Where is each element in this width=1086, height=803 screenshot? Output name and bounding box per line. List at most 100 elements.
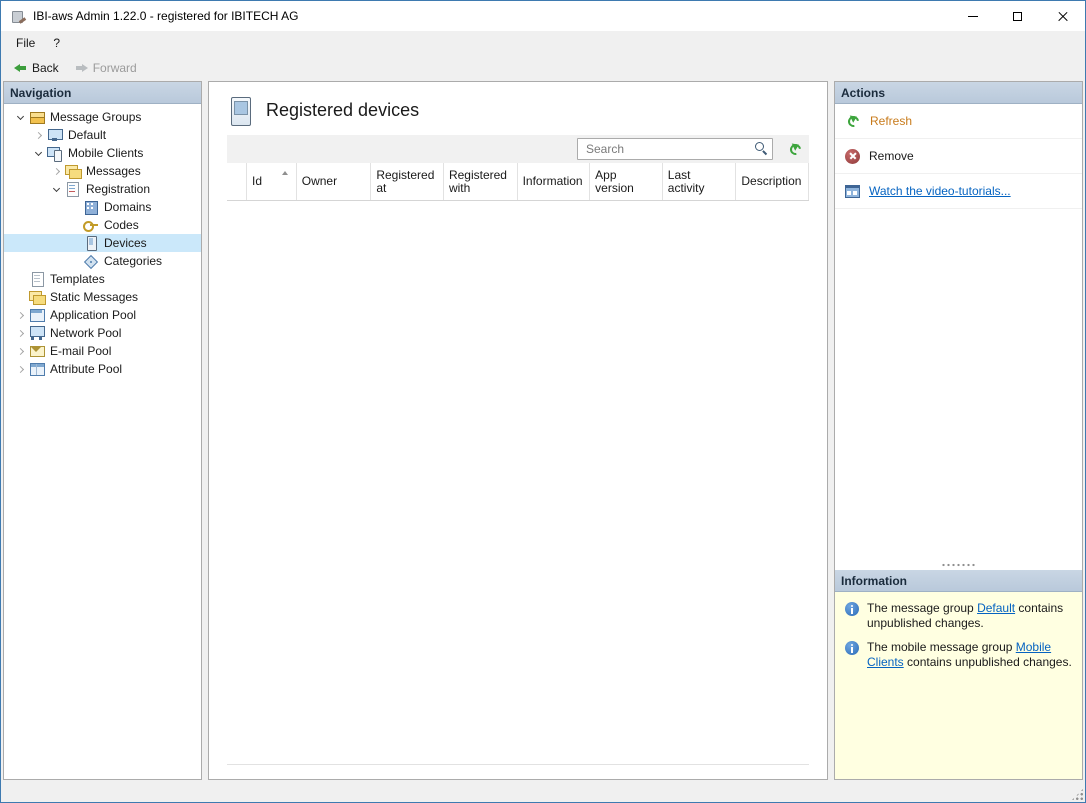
info-note-text: The message group Default contains unpub…: [867, 601, 1072, 631]
title-bar: IBI-aws Admin 1.22.0 - registered for IB…: [1, 1, 1085, 31]
expander[interactable]: [48, 167, 65, 175]
action-label: Watch the video-tutorials...: [869, 184, 1011, 198]
tree-item-label: Attribute Pool: [50, 362, 123, 376]
expander[interactable]: [12, 365, 29, 373]
tree-item-templates[interactable]: Templates: [4, 270, 201, 288]
search-box: [577, 138, 773, 160]
column-header-registered-with[interactable]: Registered with: [444, 163, 518, 200]
tree-item-network-pool[interactable]: Network Pool: [4, 324, 201, 342]
forward-button[interactable]: Forward: [68, 59, 144, 77]
table-toolbar: [227, 135, 809, 163]
maximize-icon: [1013, 11, 1022, 21]
expander[interactable]: [30, 148, 47, 156]
minimize-button[interactable]: [950, 1, 995, 31]
tree-item-mobile-clients[interactable]: Mobile Clients: [4, 144, 201, 162]
actions-header: Actions: [835, 82, 1082, 104]
tree-item-default[interactable]: Default: [4, 126, 201, 144]
content-area: Navigation Message Groups Default Mobile…: [1, 81, 1085, 780]
panel-splitter[interactable]: [835, 560, 1082, 570]
expander[interactable]: [30, 131, 47, 139]
close-icon: [1057, 10, 1069, 22]
page-header: Registered devices: [209, 82, 827, 135]
column-label: Information: [522, 174, 583, 188]
default-group-link[interactable]: Default: [977, 601, 1015, 615]
column-header-information[interactable]: Information: [518, 163, 591, 200]
tree-item-label: Codes: [104, 218, 139, 232]
column-header-description[interactable]: Description: [736, 163, 809, 200]
note-text-before: The mobile message group: [867, 640, 1016, 654]
action-refresh[interactable]: Refresh: [835, 104, 1082, 139]
menu-bar: File ?: [1, 31, 1085, 55]
tree-item-codes[interactable]: Codes: [4, 216, 201, 234]
close-button[interactable]: [1040, 1, 1085, 31]
expander[interactable]: [48, 184, 65, 192]
back-label: Back: [32, 61, 59, 75]
back-button[interactable]: Back: [7, 59, 66, 77]
refresh-icon: [845, 113, 861, 129]
tree-item-label: Registration: [86, 182, 151, 196]
tree-item-label: Message Groups: [50, 110, 142, 124]
tree-item-devices[interactable]: Devices: [4, 234, 201, 252]
domains-icon: [83, 199, 99, 215]
tree-item-label: Messages: [86, 164, 141, 178]
table-header-row: Id Owner Registered at Registered with I…: [227, 163, 809, 201]
search-input[interactable]: [577, 138, 773, 160]
maximize-button[interactable]: [995, 1, 1040, 31]
tree-item-label: E-mail Pool: [50, 344, 112, 358]
codes-key-icon: [83, 217, 99, 233]
column-header-owner[interactable]: Owner: [297, 163, 372, 200]
action-watch-video-tutorials[interactable]: Watch the video-tutorials...: [835, 174, 1082, 209]
info-note-default: The message group Default contains unpub…: [845, 601, 1072, 631]
column-header-app-version[interactable]: App version: [590, 163, 663, 200]
tree-item-label: Application Pool: [50, 308, 137, 322]
chevron-collapsed-icon: [34, 131, 43, 139]
table-body-empty: [227, 201, 809, 765]
note-text-after: contains unpublished changes.: [903, 655, 1072, 669]
tree-item-messages[interactable]: Messages: [4, 162, 201, 180]
tree-item-message-groups[interactable]: Message Groups: [4, 108, 201, 126]
registration-icon: [65, 181, 81, 197]
column-header-last-activity[interactable]: Last activity: [663, 163, 737, 200]
tree-item-categories[interactable]: Categories: [4, 252, 201, 270]
tree-item-static-messages[interactable]: Static Messages: [4, 288, 201, 306]
row-selector-gutter[interactable]: [227, 163, 247, 200]
chevron-expanded-icon: [34, 148, 43, 156]
info-icon: [845, 602, 859, 616]
main-panel: Registered devices Search Id Owner Regis…: [208, 81, 828, 780]
tree-item-label: Templates: [50, 272, 105, 286]
action-remove[interactable]: Remove: [835, 139, 1082, 174]
column-label: Registered with: [448, 167, 507, 195]
devices-icon: [83, 235, 99, 251]
search-submit-button[interactable]: [754, 141, 769, 156]
default-group-icon: [47, 127, 63, 143]
tree-item-domains[interactable]: Domains: [4, 198, 201, 216]
window-controls: [950, 1, 1085, 31]
attribute-pool-icon: [29, 361, 45, 377]
page-title: Registered devices: [266, 100, 420, 120]
tree-item-attribute-pool[interactable]: Attribute Pool: [4, 360, 201, 378]
resize-grip[interactable]: [1071, 788, 1084, 801]
window-title: IBI-aws Admin 1.22.0 - registered for IB…: [33, 9, 299, 23]
navigation-panel: Navigation Message Groups Default Mobile…: [3, 81, 202, 780]
column-header-id[interactable]: Id: [247, 163, 297, 200]
table-refresh-button[interactable]: [786, 140, 804, 158]
navigation-header: Navigation: [4, 82, 201, 104]
refresh-icon: [787, 141, 803, 157]
column-label: App version: [595, 167, 634, 195]
column-header-registered-at[interactable]: Registered at: [371, 163, 444, 200]
search-icon: [754, 141, 769, 156]
menu-help[interactable]: ?: [44, 31, 69, 55]
menu-file[interactable]: File: [7, 31, 44, 55]
tree-item-registration[interactable]: Registration: [4, 180, 201, 198]
expander[interactable]: [12, 311, 29, 319]
video-tutorials-icon: [845, 184, 860, 198]
info-note-mobile-clients: The mobile message group Mobile Clients …: [845, 640, 1072, 670]
devices-table-region: Id Owner Registered at Registered with I…: [227, 135, 809, 765]
tree-item-application-pool[interactable]: Application Pool: [4, 306, 201, 324]
expander[interactable]: [12, 329, 29, 337]
forward-arrow-icon: [75, 62, 88, 75]
expander[interactable]: [12, 347, 29, 355]
tree-item-email-pool[interactable]: E-mail Pool: [4, 342, 201, 360]
expander[interactable]: [12, 112, 29, 120]
tree-item-label: Devices: [104, 236, 147, 250]
